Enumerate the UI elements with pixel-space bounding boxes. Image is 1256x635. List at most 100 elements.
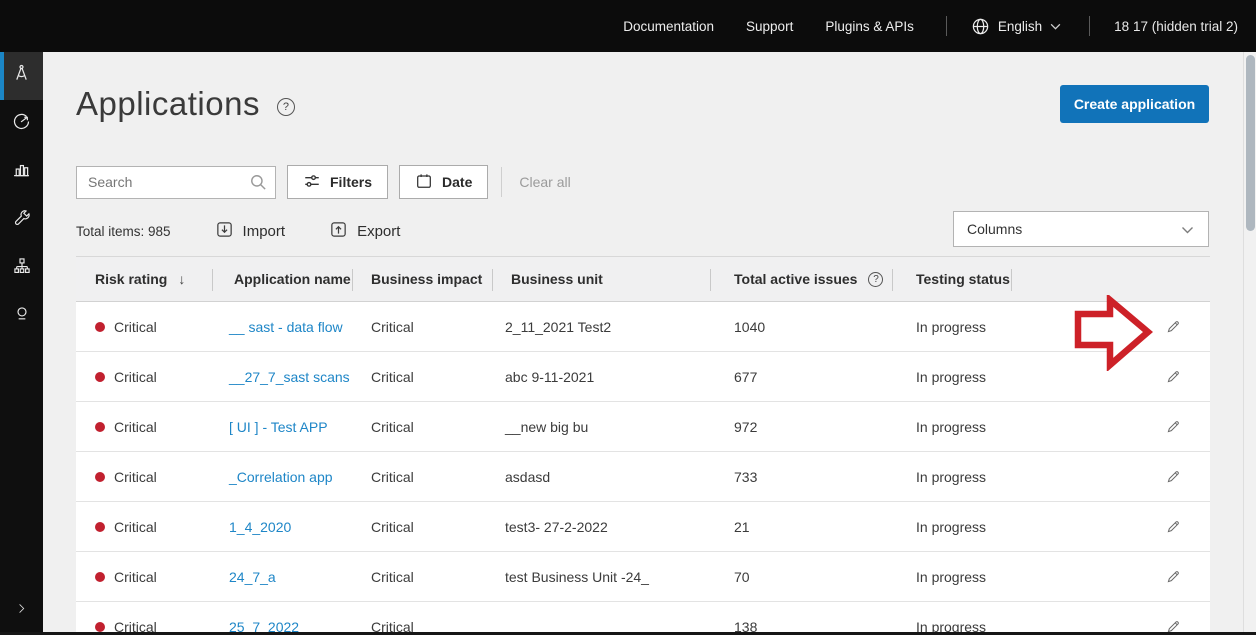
- sidebar-item-scans[interactable]: [0, 100, 43, 148]
- business-impact-cell: Critical: [353, 452, 493, 501]
- table-row: Critical 25_7_2022 Critical 138 In progr…: [76, 602, 1210, 635]
- filters-button-label: Filters: [330, 174, 372, 190]
- create-application-button[interactable]: Create application: [1060, 85, 1209, 123]
- risk-rating-label: Critical: [114, 469, 157, 485]
- chevron-right-icon: [15, 602, 28, 620]
- page-help-icon[interactable]: ?: [277, 98, 295, 116]
- risk-rating-cell: Critical: [76, 402, 213, 451]
- sidebar-item-applications[interactable]: [0, 52, 43, 100]
- column-header-total-active-issues[interactable]: Total active issues ?: [711, 257, 893, 301]
- application-name-cell: [ UI ] - Test APP: [213, 402, 353, 451]
- column-header-actions: [1012, 257, 1210, 301]
- issues-help-icon[interactable]: ?: [868, 272, 883, 287]
- table-row: Critical __ sast - data flow Critical 2_…: [76, 302, 1210, 352]
- search-input[interactable]: [76, 166, 276, 199]
- column-header-application-name[interactable]: Application name: [213, 257, 353, 301]
- risk-rating-cell: Critical: [76, 602, 213, 635]
- scrollbar-thumb[interactable]: [1246, 55, 1255, 231]
- edit-pencil-icon[interactable]: [1165, 318, 1182, 335]
- business-unit-cell: 2_11_2021 Test2: [493, 302, 711, 351]
- column-header-label: Total active issues: [734, 271, 857, 287]
- user-icon: [12, 304, 32, 329]
- topbar-link-plugins-apis[interactable]: Plugins & APIs: [825, 19, 914, 34]
- edit-pencil-icon[interactable]: [1165, 368, 1182, 385]
- import-button[interactable]: Import: [215, 220, 286, 243]
- edit-pencil-icon[interactable]: [1165, 468, 1182, 485]
- calendar-icon: [415, 172, 433, 193]
- language-label: English: [998, 19, 1042, 34]
- testing-status-cell: In progress: [893, 602, 1012, 635]
- business-impact-cell: Critical: [353, 602, 493, 635]
- application-name-link[interactable]: _Correlation app: [229, 469, 333, 485]
- filters-button[interactable]: Filters: [287, 165, 388, 199]
- column-header-business-unit[interactable]: Business unit: [493, 257, 711, 301]
- sidebar-item-organization[interactable]: [0, 244, 43, 292]
- edit-pencil-icon[interactable]: [1165, 568, 1182, 585]
- chevron-down-icon: [1050, 23, 1061, 30]
- actions-cell: [1012, 352, 1210, 401]
- bar-chart-icon: [11, 159, 32, 185]
- drafting-compass-icon: [11, 63, 32, 89]
- sidebar-expand-button[interactable]: [0, 597, 43, 625]
- application-name-link[interactable]: [ UI ] - Test APP: [229, 419, 328, 435]
- table-toolbar: Total items: 985 Import Export: [76, 214, 400, 248]
- topbar: Documentation Support Plugins & APIs Eng…: [0, 0, 1256, 52]
- clear-all-button[interactable]: Clear all: [519, 174, 570, 190]
- column-header-business-impact[interactable]: Business impact: [353, 257, 493, 301]
- business-unit-cell: abc 9-11-2021: [493, 352, 711, 401]
- page-header: Applications ?: [76, 85, 295, 123]
- total-active-issues-cell: 70: [711, 552, 893, 601]
- critical-dot-icon: [95, 372, 105, 382]
- testing-status-cell: In progress: [893, 402, 1012, 451]
- application-name-cell: __ sast - data flow: [213, 302, 353, 351]
- total-items-label: Total items: 985: [76, 224, 171, 239]
- chevron-down-icon: [1181, 221, 1194, 237]
- account-menu[interactable]: 18 17 (hidden trial 2): [1114, 19, 1238, 34]
- topbar-link-documentation[interactable]: Documentation: [623, 19, 714, 34]
- columns-dropdown[interactable]: Columns: [953, 211, 1209, 247]
- edit-pencil-icon[interactable]: [1165, 518, 1182, 535]
- total-active-issues-cell: 733: [711, 452, 893, 501]
- risk-rating-cell: Critical: [76, 552, 213, 601]
- column-header-risk-rating[interactable]: Risk rating ↓: [76, 257, 213, 301]
- total-active-issues-cell: 677: [711, 352, 893, 401]
- language-selector[interactable]: English: [971, 17, 1061, 36]
- topbar-link-support[interactable]: Support: [746, 19, 793, 34]
- search-box: [76, 166, 276, 199]
- table-row: Critical 1_4_2020 Critical test3- 27-2-2…: [76, 502, 1210, 552]
- main-content: Applications ? Create application Filter…: [43, 52, 1243, 635]
- total-active-issues-cell: 1040: [711, 302, 893, 351]
- application-name-link[interactable]: __27_7_sast scans: [229, 369, 350, 385]
- business-unit-cell: [493, 602, 711, 635]
- business-impact-cell: Critical: [353, 352, 493, 401]
- application-name-link[interactable]: __ sast - data flow: [229, 319, 343, 335]
- table-row: Critical 24_7_a Critical test Business U…: [76, 552, 1210, 602]
- gauge-icon: [11, 111, 32, 137]
- testing-status-cell: In progress: [893, 352, 1012, 401]
- application-name-link[interactable]: 24_7_a: [229, 569, 276, 585]
- edit-pencil-icon[interactable]: [1165, 418, 1182, 435]
- column-header-label: Business unit: [511, 271, 603, 287]
- date-button[interactable]: Date: [399, 165, 488, 199]
- application-name-link[interactable]: 1_4_2020: [229, 519, 291, 535]
- total-active-issues-cell: 138: [711, 602, 893, 635]
- topbar-divider: [946, 16, 947, 36]
- export-button[interactable]: Export: [329, 220, 400, 243]
- sidebar-item-tools[interactable]: [0, 196, 43, 244]
- sidebar-item-reports[interactable]: [0, 148, 43, 196]
- search-icon: [249, 173, 268, 197]
- sort-descending-icon[interactable]: ↓: [178, 271, 185, 287]
- total-active-issues-cell: 21: [711, 502, 893, 551]
- table-body: Critical __ sast - data flow Critical 2_…: [76, 302, 1210, 635]
- topbar-divider: [1089, 16, 1090, 36]
- column-header-testing-status[interactable]: Testing status: [893, 257, 1012, 301]
- critical-dot-icon: [95, 572, 105, 582]
- business-unit-cell: test3- 27-2-2022: [493, 502, 711, 551]
- critical-dot-icon: [95, 622, 105, 632]
- actions-cell: [1012, 302, 1210, 351]
- application-name-cell: 24_7_a: [213, 552, 353, 601]
- sidebar-item-users[interactable]: [0, 292, 43, 340]
- testing-status-cell: In progress: [893, 452, 1012, 501]
- vertical-scrollbar[interactable]: [1243, 52, 1256, 632]
- app-window: Documentation Support Plugins & APIs Eng…: [0, 0, 1256, 635]
